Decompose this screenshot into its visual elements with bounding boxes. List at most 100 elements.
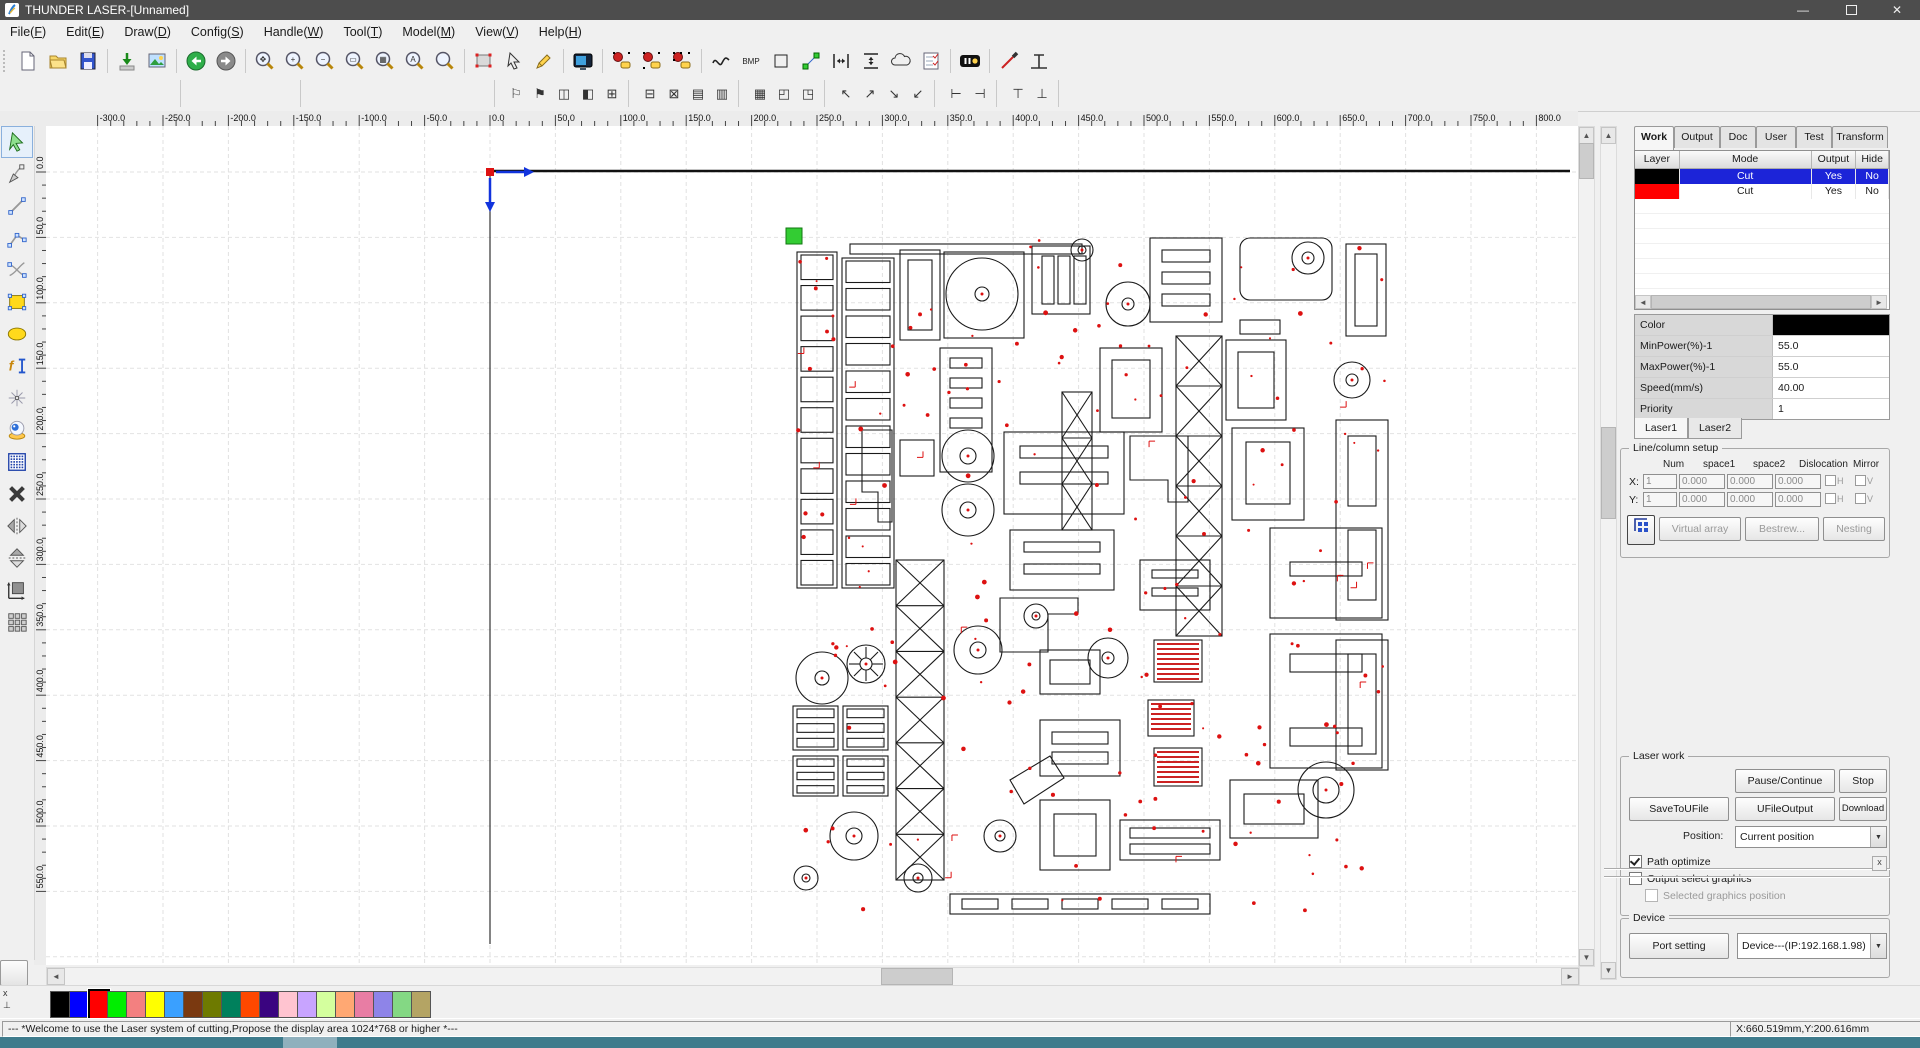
mirror-h-tool-button[interactable] — [1, 510, 33, 542]
zoom-all-button[interactable]: ▦ — [370, 46, 400, 76]
array-copy-tool-button[interactable] — [1, 606, 33, 638]
toolbar2-icon-1-0[interactable]: ⊟ — [638, 80, 662, 108]
download-button[interactable]: Download — [1839, 797, 1887, 821]
combo-arrow-icon[interactable]: ▼ — [1870, 934, 1886, 958]
run-badge-button[interactable] — [955, 46, 985, 76]
prop-maxpower-value[interactable]: 55.0 — [1773, 357, 1889, 377]
output-list-tool-button[interactable] — [916, 46, 946, 76]
panel-scroll-down[interactable]: ▼ — [1601, 962, 1616, 979]
palette-color-18[interactable] — [392, 991, 412, 1018]
toolbar2-icon-0-0[interactable]: ⚐ — [504, 80, 528, 108]
rect-tool-button[interactable] — [1, 286, 33, 318]
v-space-tool-button[interactable] — [856, 46, 886, 76]
selection-handle[interactable] — [786, 228, 802, 244]
palette-color-7[interactable] — [183, 991, 203, 1018]
panel-scroll-up[interactable]: ▲ — [1601, 127, 1616, 144]
lc-y-dislocation[interactable] — [1775, 492, 1821, 507]
ellipse-tool-button[interactable] — [1, 318, 33, 350]
menu-item-file[interactable]: File(F) — [0, 20, 56, 44]
palette-color-12[interactable] — [278, 991, 298, 1018]
layer-table-hscroll[interactable]: ◄ ► — [1635, 295, 1887, 309]
canvas-vscrollbar[interactable]: ▲ ▼ — [1578, 126, 1595, 967]
save-file-button[interactable] — [73, 46, 103, 76]
palette-color-16[interactable] — [354, 991, 374, 1018]
toolbar2-icon-1-3[interactable]: ▥ — [710, 80, 734, 108]
text-tool-button[interactable]: f — [1, 350, 33, 382]
new-file-button[interactable] — [13, 46, 43, 76]
menu-item-handle[interactable]: Handle(W) — [254, 20, 334, 44]
toolbar2-icon-4-0[interactable]: ⊢ — [944, 80, 968, 108]
hscroll-thumb[interactable] — [881, 968, 953, 985]
col-layer[interactable]: Layer — [1635, 151, 1680, 168]
menu-item-draw[interactable]: Draw(D) — [114, 20, 181, 44]
panel-scroll-thumb[interactable] — [1601, 427, 1616, 519]
measure-tool-button[interactable] — [1024, 46, 1054, 76]
curve-tool-button[interactable] — [706, 46, 736, 76]
toolbar2-icon-2-2[interactable]: ◳ — [796, 80, 820, 108]
mirror-v-tool-button[interactable] — [1, 542, 33, 574]
tab-work[interactable]: Work — [1634, 126, 1674, 150]
toolbar2-icon-5-1[interactable]: ⊥ — [1030, 80, 1054, 108]
minimize-button[interactable]: — — [1780, 0, 1826, 20]
lc-x-mirror-h[interactable]: H — [1825, 475, 1844, 486]
palette-color-0[interactable] — [50, 991, 70, 1018]
palette-dock-icon[interactable]: ⊥ — [3, 1000, 11, 1011]
palette-color-9[interactable] — [221, 991, 241, 1018]
array-grid-tool-button[interactable] — [1, 446, 33, 478]
col-output[interactable]: Output — [1812, 151, 1857, 168]
toolbar2-icon-4-1[interactable]: ⊣ — [968, 80, 992, 108]
drawing-canvas[interactable] — [46, 126, 1578, 965]
menu-item-config[interactable]: Config(S) — [181, 20, 254, 44]
zoom-in-button[interactable]: + — [280, 46, 310, 76]
selected-graphics-checkbox[interactable]: Selected graphics position — [1645, 889, 1786, 902]
palette-color-11[interactable] — [259, 991, 279, 1018]
redo-button[interactable] — [211, 46, 241, 76]
laser-pen-tool-button[interactable] — [994, 46, 1024, 76]
layer-row[interactable]: CutYesNo — [1635, 169, 1889, 184]
zoom-drag-button[interactable]: ✥ — [250, 46, 280, 76]
layer-scroll-left[interactable]: ◄ — [1635, 295, 1651, 309]
scroll-up-arrow[interactable]: ▲ — [1579, 127, 1594, 144]
palette-color-8[interactable] — [202, 991, 222, 1018]
prop-speed-value[interactable]: 40.00 — [1773, 378, 1889, 398]
palette-color-14[interactable] — [316, 991, 336, 1018]
panel-close-icon[interactable]: x — [1872, 856, 1887, 871]
frame-tool-button[interactable] — [766, 46, 796, 76]
zoom-view-button[interactable] — [430, 46, 460, 76]
select-rect-button[interactable] — [469, 46, 499, 76]
ufile-output-button[interactable]: UFileOutput — [1735, 797, 1835, 821]
lc-y-num[interactable] — [1643, 492, 1677, 507]
lc-x-space1[interactable] — [1679, 474, 1725, 489]
scroll-right-arrow[interactable]: ► — [1561, 968, 1579, 985]
canvas-hscrollbar[interactable]: ◄ ► — [46, 967, 1580, 986]
dot-tool-1-button[interactable] — [607, 46, 637, 76]
vscroll-thumb[interactable] — [1579, 143, 1594, 179]
toolbar2-icon-3-0[interactable]: ↖ — [834, 80, 858, 108]
toolbar2-icon-1-2[interactable]: ▤ — [686, 80, 710, 108]
prop-priority-value[interactable]: 1 — [1773, 399, 1889, 419]
polyline-tool-button[interactable] — [1, 222, 33, 254]
toolbar2-icon-0-4[interactable]: ⊞ — [600, 80, 624, 108]
position-drop-down[interactable]: Current position▼ — [1735, 826, 1887, 848]
stop-button[interactable]: Stop — [1839, 769, 1887, 793]
layer-scroll-right[interactable]: ► — [1871, 295, 1887, 309]
palette-color-10[interactable] — [240, 991, 260, 1018]
preview-monitor-button[interactable] — [568, 46, 598, 76]
layer-scroll-thumb[interactable] — [1651, 295, 1871, 309]
layer-row[interactable]: CutYesNo — [1635, 184, 1889, 199]
port-setting-button[interactable]: Port setting — [1629, 933, 1729, 959]
tab-transform[interactable]: Transform — [1832, 126, 1888, 148]
toolbar2-icon-0-2[interactable]: ◫ — [552, 80, 576, 108]
tab-test[interactable]: Test — [1796, 126, 1832, 148]
menu-item-edit[interactable]: Edit(E) — [56, 20, 114, 44]
palette-color-15[interactable] — [335, 991, 355, 1018]
toolbar2-icon-2-1[interactable]: ◰ — [772, 80, 796, 108]
export-image-button[interactable] — [142, 46, 172, 76]
palette-color-5[interactable] — [145, 991, 165, 1018]
menu-item-help[interactable]: Help(H) — [529, 20, 592, 44]
palette-color-4[interactable] — [126, 991, 146, 1018]
tab-doc[interactable]: Doc — [1720, 126, 1756, 148]
toolbar2-icon-1-1[interactable]: ⊠ — [662, 80, 686, 108]
palette-color-6[interactable] — [164, 991, 184, 1018]
tab-output[interactable]: Output — [1674, 126, 1720, 148]
